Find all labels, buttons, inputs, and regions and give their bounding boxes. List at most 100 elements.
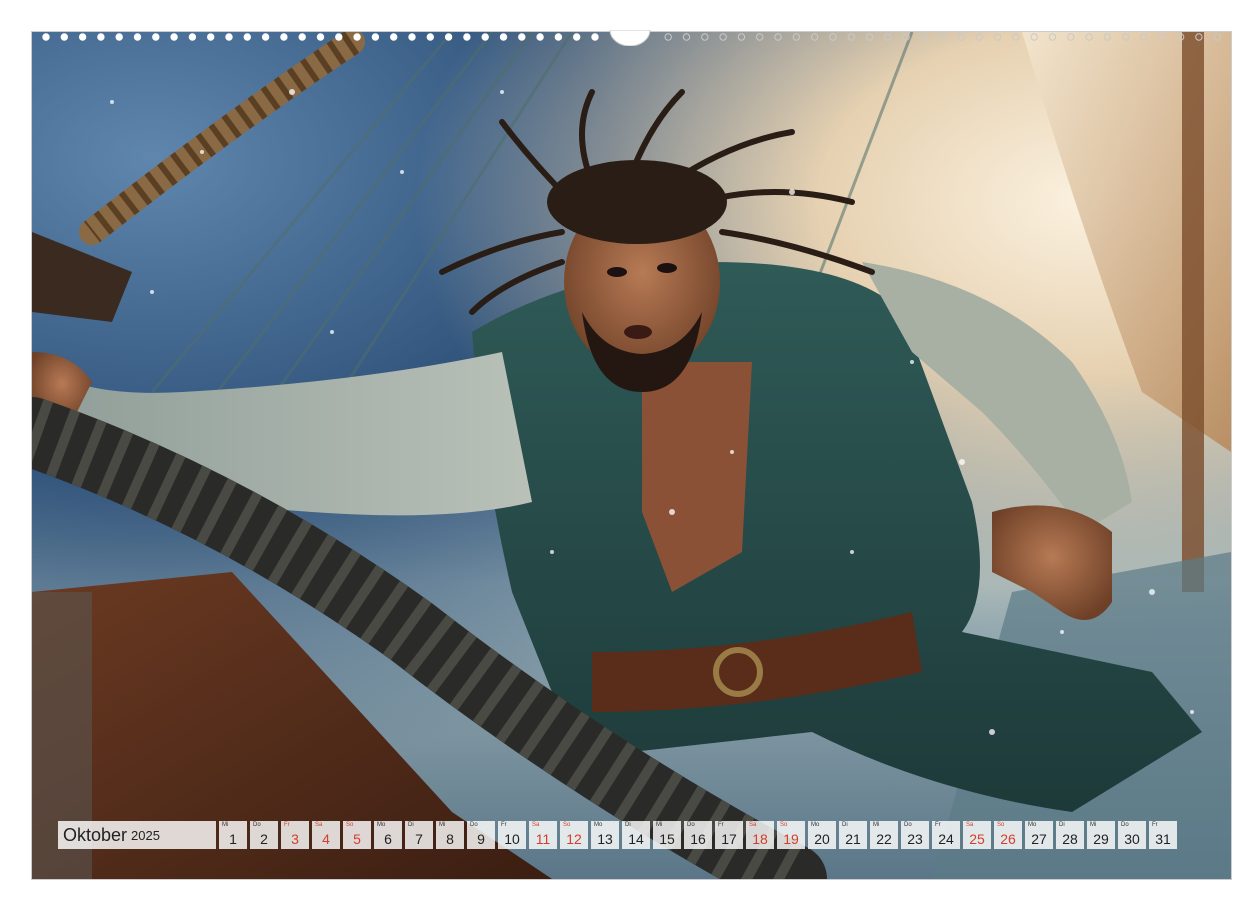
day-number: 12 bbox=[566, 831, 582, 847]
binding-hole bbox=[1030, 33, 1038, 41]
day-number: 13 bbox=[597, 831, 613, 847]
day-of-week: Fr bbox=[501, 822, 507, 828]
day-of-week: Mo bbox=[1028, 822, 1037, 828]
binding-holes-icon bbox=[42, 30, 1221, 46]
binding-hole bbox=[316, 33, 325, 41]
day-cell: Mo 27 bbox=[1025, 821, 1053, 849]
day-cell: Do 2 bbox=[250, 821, 278, 849]
day-of-week: Sa bbox=[749, 822, 757, 828]
day-cell: So 12 bbox=[560, 821, 588, 849]
binding-hole bbox=[518, 33, 526, 41]
day-number: 10 bbox=[504, 831, 520, 847]
binding-hole bbox=[920, 33, 929, 41]
day-of-week: Fr bbox=[284, 822, 290, 828]
pirate-on-ship-photo bbox=[31, 31, 1232, 880]
day-cell: Mi 15 bbox=[653, 821, 681, 849]
day-number: 29 bbox=[1093, 831, 1109, 847]
binding-hole bbox=[97, 33, 105, 41]
day-number: 5 bbox=[353, 831, 361, 847]
binding-hole bbox=[774, 33, 782, 41]
binding-hole bbox=[152, 33, 160, 41]
binding-hole bbox=[60, 33, 68, 41]
hanger-notch bbox=[609, 30, 651, 46]
day-cell: Sa 4 bbox=[312, 821, 340, 849]
day-of-week: So bbox=[346, 822, 354, 828]
binding-hole bbox=[42, 33, 50, 41]
binding-hole bbox=[133, 33, 142, 41]
day-of-week: So bbox=[780, 822, 788, 828]
binding-hole bbox=[298, 33, 306, 41]
binding-hole bbox=[1085, 33, 1093, 41]
day-of-week: Mi bbox=[656, 822, 663, 828]
binding-hole bbox=[957, 33, 965, 41]
binding-hole bbox=[737, 33, 746, 41]
day-cell: Sa 25 bbox=[963, 821, 991, 849]
calendar-strip: Oktober 2025 Mi 1 Do 2 Fr 3 Sa 4 So 5 Mo 6 Di 7 Mi 8 Do 9… bbox=[58, 821, 1177, 849]
binding-hole bbox=[939, 33, 947, 41]
day-of-week: Fr bbox=[935, 822, 941, 828]
day-number: 30 bbox=[1124, 831, 1140, 847]
binding-hole bbox=[353, 33, 361, 41]
binding-hole bbox=[1048, 33, 1057, 41]
day-number: 8 bbox=[446, 831, 454, 847]
day-cell: Mi 29 bbox=[1087, 821, 1115, 849]
day-number: 28 bbox=[1062, 831, 1078, 847]
binding-hole bbox=[902, 33, 910, 41]
day-cell: So 19 bbox=[777, 821, 805, 849]
day-cell: Fr 31 bbox=[1149, 821, 1177, 849]
binding-hole bbox=[225, 33, 233, 41]
day-cell: Mi 22 bbox=[870, 821, 898, 849]
day-number: 17 bbox=[721, 831, 737, 847]
day-number: 3 bbox=[291, 831, 299, 847]
binding-hole bbox=[884, 33, 892, 41]
day-number: 20 bbox=[814, 831, 830, 847]
day-cell: Fr 24 bbox=[932, 821, 960, 849]
day-cell: Fr 17 bbox=[715, 821, 743, 849]
binding-hole bbox=[1122, 33, 1130, 41]
day-of-week: Di bbox=[408, 822, 414, 828]
binding-hole bbox=[243, 33, 252, 41]
day-of-week: Sa bbox=[315, 822, 323, 828]
day-cell: Mi 8 bbox=[436, 821, 464, 849]
binding-hole bbox=[426, 33, 434, 41]
day-cell: Mi 1 bbox=[219, 821, 247, 849]
day-of-week: Fr bbox=[718, 822, 724, 828]
calendar-page: Oktober 2025 Mi 1 Do 2 Fr 3 Sa 4 So 5 Mo 6 Di 7 Mi 8 Do 9… bbox=[0, 0, 1260, 908]
binding-hole bbox=[810, 33, 819, 41]
day-number: 19 bbox=[783, 831, 799, 847]
day-number: 4 bbox=[322, 831, 330, 847]
day-number: 16 bbox=[690, 831, 706, 847]
binding-hole bbox=[1195, 33, 1203, 41]
day-of-week: Di bbox=[842, 822, 848, 828]
binding-hole bbox=[115, 33, 123, 41]
binding-hole bbox=[701, 33, 709, 41]
day-of-week: Fr bbox=[1152, 822, 1158, 828]
day-cell: Do 30 bbox=[1118, 821, 1146, 849]
binding-hole bbox=[280, 33, 288, 41]
day-number: 22 bbox=[876, 831, 892, 847]
day-cell: Do 23 bbox=[901, 821, 929, 849]
binding-hole bbox=[170, 33, 178, 41]
binding-hole bbox=[719, 33, 727, 41]
spiral-binding bbox=[30, 30, 1230, 46]
day-number: 18 bbox=[752, 831, 768, 847]
day-of-week: Mo bbox=[377, 822, 386, 828]
day-cell: Mo 6 bbox=[374, 821, 402, 849]
binding-hole bbox=[536, 33, 544, 41]
day-number: 27 bbox=[1031, 831, 1047, 847]
day-cell: Fr 10 bbox=[498, 821, 526, 849]
day-of-week: Mo bbox=[594, 822, 603, 828]
day-of-week: Mi bbox=[222, 822, 229, 828]
binding-hole bbox=[554, 33, 563, 41]
day-number: 23 bbox=[907, 831, 923, 847]
binding-hole bbox=[499, 33, 508, 41]
day-of-week: So bbox=[997, 822, 1005, 828]
day-of-week: Do bbox=[1121, 822, 1129, 828]
binding-hole bbox=[865, 33, 874, 41]
day-of-week: Mo bbox=[811, 822, 820, 828]
day-of-week: Sa bbox=[532, 822, 540, 828]
binding-hole bbox=[1158, 33, 1167, 41]
day-cell: Di 7 bbox=[405, 821, 433, 849]
binding-hole bbox=[481, 33, 489, 41]
day-number: 6 bbox=[384, 831, 392, 847]
